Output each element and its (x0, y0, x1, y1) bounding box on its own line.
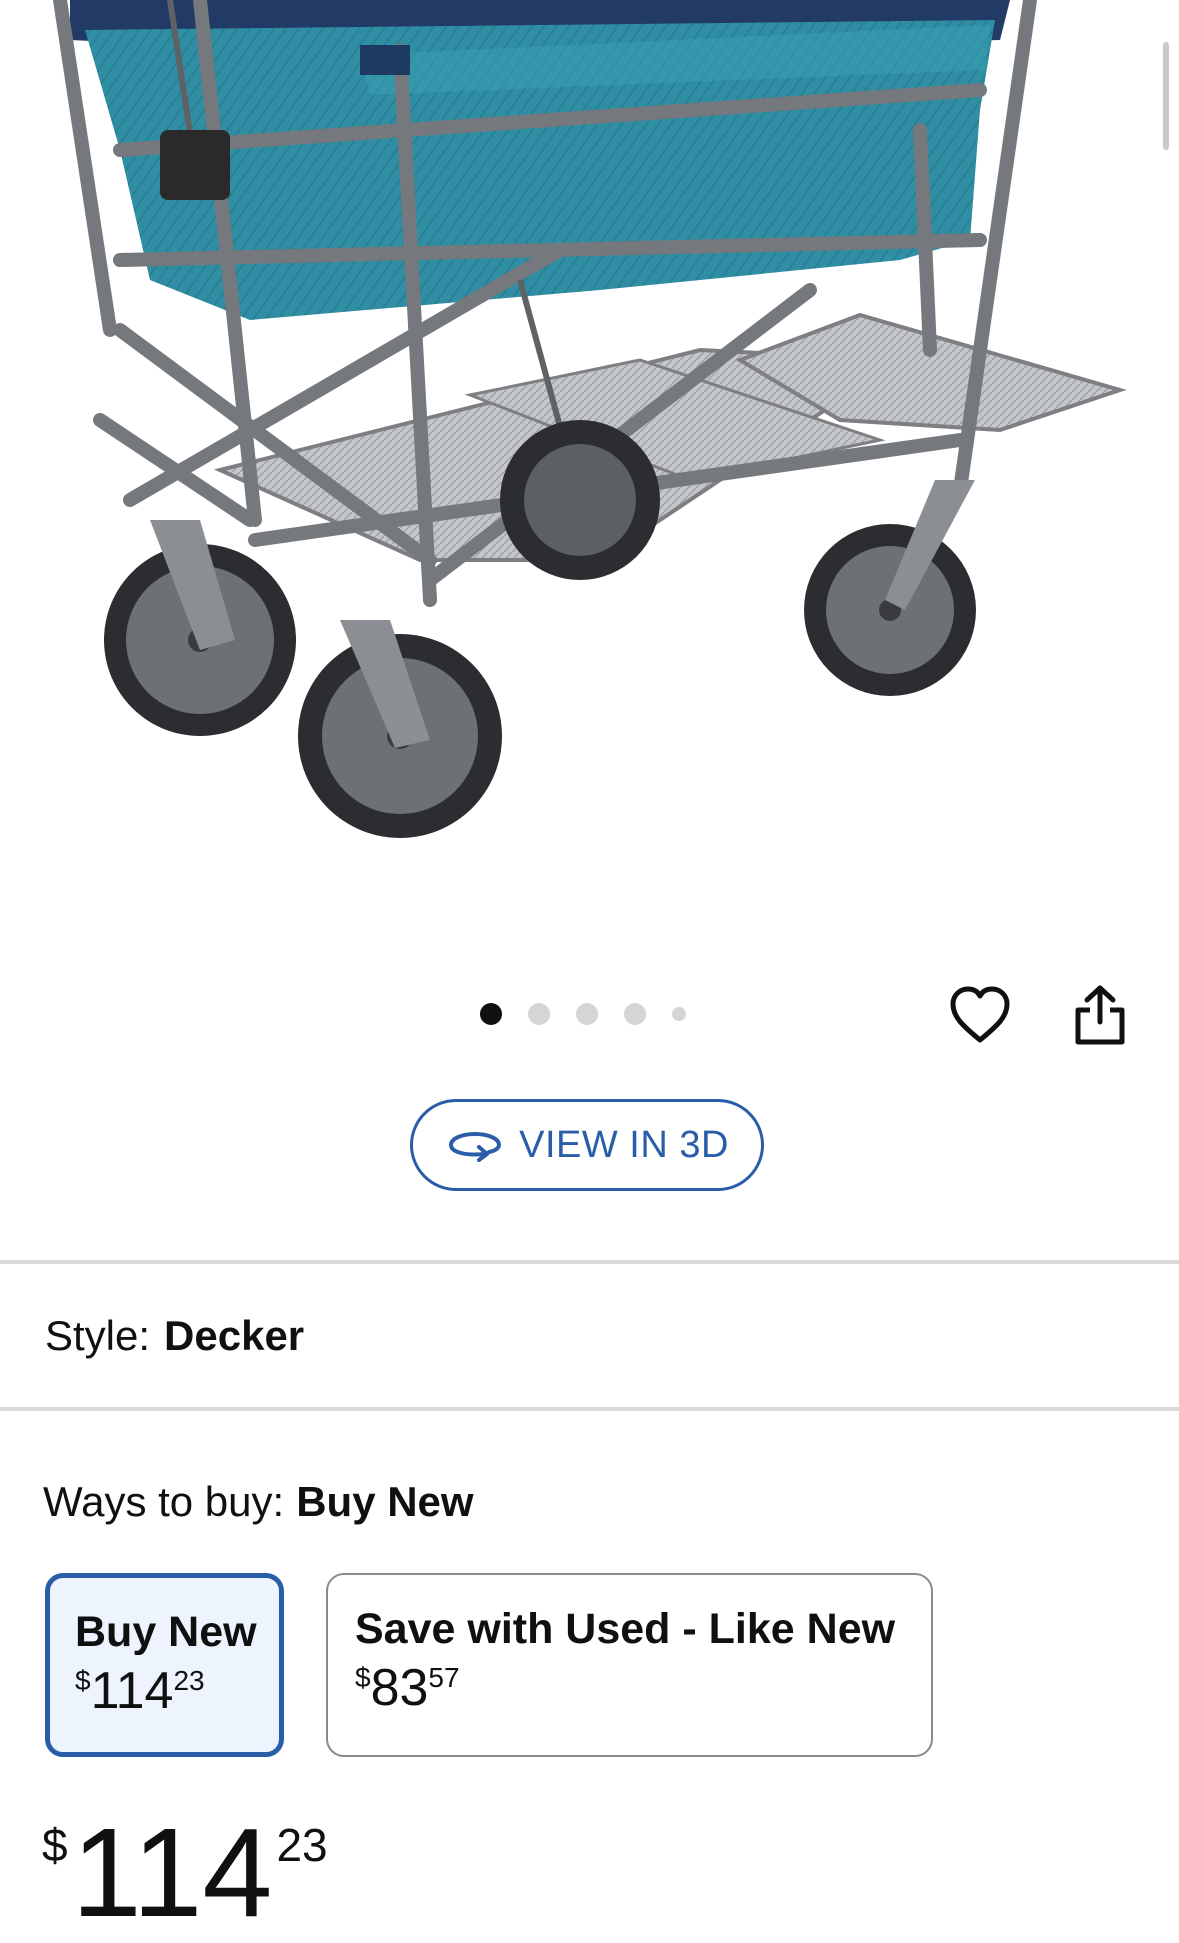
image-carousel-indicator (480, 1003, 712, 1025)
ways-to-buy-label: Ways to buy: (43, 1478, 285, 1525)
style-selector: Style: Decker (45, 1312, 304, 1360)
product-image[interactable] (0, 0, 1179, 920)
section-divider (0, 1407, 1179, 1411)
carousel-dot-3[interactable] (576, 1003, 598, 1025)
view-in-3d-button[interactable]: VIEW IN 3D (410, 1099, 764, 1191)
option-price: $11423 (75, 1662, 205, 1720)
option-title: Buy New (75, 1608, 257, 1656)
ways-to-buy-value: Buy New (296, 1478, 474, 1525)
carousel-dot-5[interactable] (672, 1007, 686, 1021)
page-scrollbar[interactable] (1163, 42, 1169, 150)
carousel-dot-1[interactable] (480, 1003, 502, 1025)
style-label: Style: (45, 1312, 151, 1359)
wishlist-button[interactable] (945, 980, 1015, 1050)
used-like-new-option[interactable]: Save with Used - Like New $8357 (326, 1573, 933, 1757)
heart-icon (950, 986, 1010, 1043)
buy-new-option[interactable]: Buy New $11423 (45, 1573, 284, 1757)
section-divider (0, 1260, 1179, 1264)
carousel-dot-4[interactable] (624, 1003, 646, 1025)
share-button[interactable] (1065, 980, 1135, 1050)
rotate-3d-icon (449, 1131, 502, 1162)
style-value: Decker (164, 1312, 305, 1359)
share-icon (1075, 985, 1125, 1045)
carousel-dot-2[interactable] (528, 1003, 550, 1025)
option-price: $8357 (355, 1659, 460, 1717)
option-title: Save with Used - Like New (355, 1605, 896, 1653)
view-in-3d-label: VIEW IN 3D (519, 1123, 729, 1166)
ways-to-buy-heading: Ways to buy: Buy New (43, 1478, 474, 1526)
product-price: $11423 (42, 1802, 328, 1943)
